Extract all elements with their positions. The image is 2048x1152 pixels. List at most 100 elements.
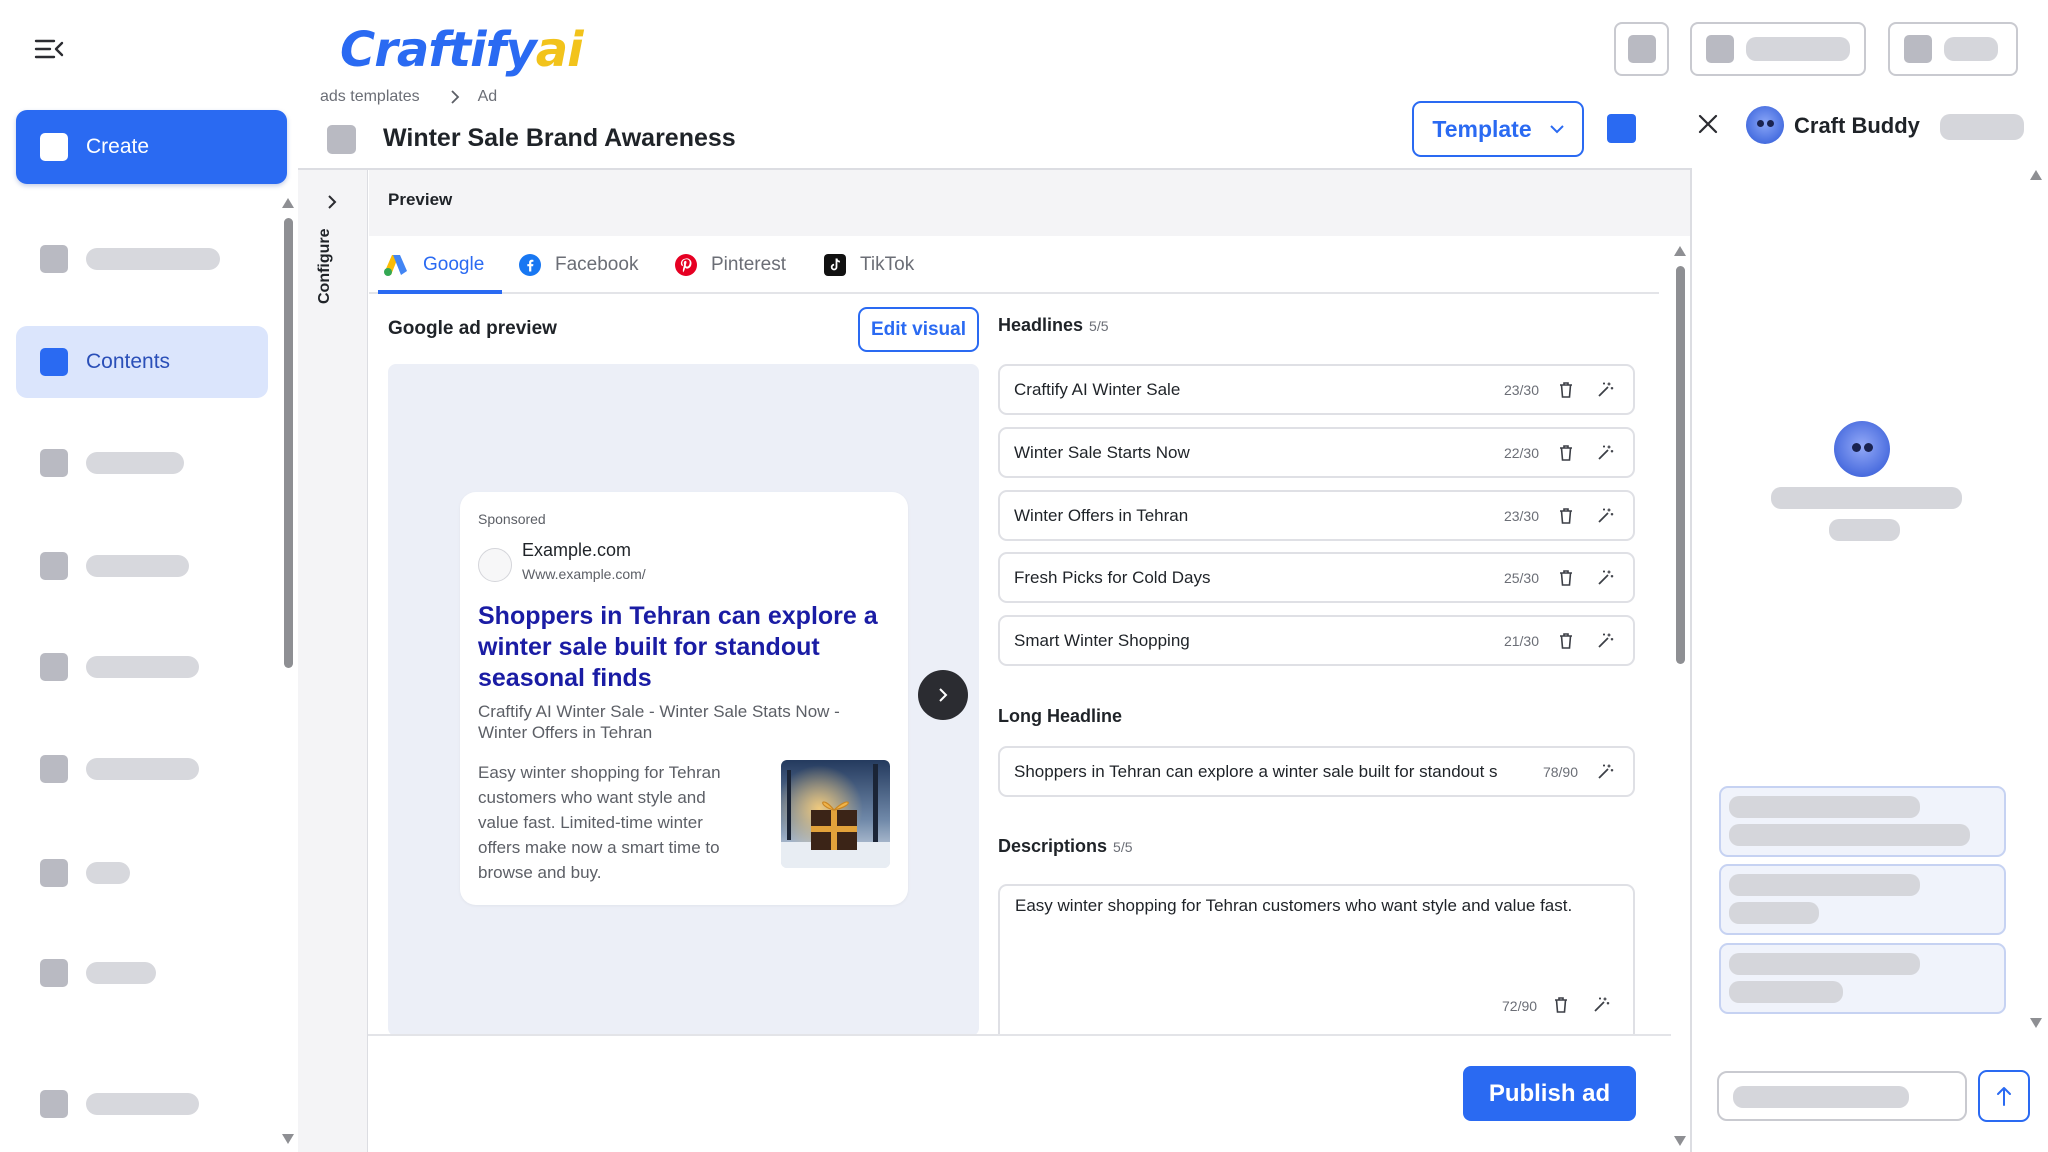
template-label: Template — [1432, 115, 1532, 142]
headline-input-3[interactable]: Winter Offers in Tehran 23/30 — [998, 490, 1635, 541]
buddy-avatar-large — [1834, 421, 1890, 477]
facebook-icon — [519, 254, 541, 276]
page-title: Winter Sale Brand Awareness — [383, 124, 736, 152]
expand-configure-icon[interactable] — [326, 194, 338, 210]
top-action-button-1[interactable] — [1614, 22, 1669, 76]
ad-description: Easy winter shopping for Tehran customer… — [478, 763, 721, 882]
magic-wand-icon[interactable] — [1594, 442, 1616, 464]
template-dropdown[interactable]: Template — [1412, 101, 1584, 157]
chat-input[interactable] — [1717, 1071, 1967, 1121]
tab-pinterest[interactable]: Pinterest — [675, 236, 786, 294]
arrow-up-icon — [1997, 1087, 2011, 1106]
trash-icon[interactable] — [1555, 630, 1577, 652]
headline-input-4[interactable]: Fresh Picks for Cold Days 25/30 — [998, 552, 1635, 603]
headline-input-1[interactable]: Craftify AI Winter Sale 23/30 — [998, 364, 1635, 415]
buddy-header-placeholder[interactable] — [1940, 114, 2024, 140]
top-action-icon — [1706, 35, 1734, 63]
headlines-section-label: Headlines 5/5 — [998, 315, 1109, 335]
buddy-greeting-placeholder — [1771, 487, 1962, 509]
menu-collapse-icon[interactable] — [34, 38, 64, 60]
sidebar-item-1[interactable] — [40, 244, 220, 274]
magic-wand-icon[interactable] — [1594, 761, 1616, 783]
char-count: 22/30 — [1503, 444, 1539, 461]
platform-tabs: Google Facebook Pinterest TikTok — [369, 236, 1659, 294]
sidebar-item-2[interactable] — [40, 448, 184, 478]
sidebar-scroll-up[interactable] — [282, 198, 294, 208]
app-logo[interactable]: Craftifyai — [340, 22, 584, 78]
char-count: 72/90 — [1502, 998, 1538, 1014]
sidebar-item-icon — [40, 959, 68, 987]
chevron-right-icon — [450, 90, 459, 104]
sponsored-label: Sponsored — [478, 511, 546, 527]
pinterest-icon — [675, 254, 697, 276]
suggestion-card-2[interactable] — [1719, 864, 2006, 935]
buddy-scroll-up[interactable] — [2030, 170, 2042, 180]
magic-wand-icon[interactable] — [1594, 567, 1616, 589]
ad-headline[interactable]: Shoppers in Tehran can explore a winter … — [478, 601, 888, 694]
headline-input-5[interactable]: Smart Winter Shopping 21/30 — [998, 615, 1635, 666]
suggestion-card-1[interactable] — [1719, 786, 2006, 857]
create-button[interactable]: Create — [16, 110, 287, 184]
sidebar-item-5[interactable] — [40, 754, 199, 784]
trash-icon[interactable] — [1555, 505, 1577, 527]
long-headline-input[interactable]: Shoppers in Tehran can explore a winter … — [998, 746, 1635, 797]
tab-tiktok-label: TikTok — [860, 254, 915, 275]
main-scroll-down[interactable] — [1674, 1136, 1686, 1146]
publish-ad-button[interactable]: Publish ad — [1463, 1066, 1636, 1121]
char-count: 23/30 — [1503, 381, 1539, 398]
toolbar-action-button[interactable] — [1607, 114, 1636, 143]
tab-google[interactable]: Google — [383, 236, 484, 294]
sidebar-item-4[interactable] — [40, 652, 199, 682]
breadcrumb-item-ad[interactable]: Ad — [478, 88, 498, 106]
create-icon — [40, 133, 68, 161]
sidebar-scroll-down[interactable] — [282, 1134, 294, 1144]
ad-url: Www.example.com/ — [522, 566, 646, 582]
buddy-avatar — [1746, 106, 1784, 144]
top-action-button-3[interactable] — [1888, 22, 2018, 76]
main-scroll-up[interactable] — [1674, 246, 1686, 256]
breadcrumb-item-ads-templates[interactable]: ads templates — [320, 88, 420, 106]
top-action-button-2[interactable] — [1690, 22, 1866, 76]
sidebar-item-contents[interactable]: Contents — [16, 326, 268, 398]
trash-icon[interactable] — [1555, 442, 1577, 464]
next-preview-button[interactable] — [918, 670, 968, 720]
long-headline-section-label: Long Headline — [998, 706, 1123, 726]
trash-icon[interactable] — [1555, 379, 1577, 401]
create-label: Create — [86, 135, 150, 158]
sidebar-item-icon — [40, 755, 68, 783]
sidebar-item-icon — [40, 653, 68, 681]
sidebar-item-7[interactable] — [40, 958, 156, 988]
top-action-icon — [1627, 35, 1656, 63]
trash-icon[interactable] — [1553, 996, 1569, 1019]
main-scrollbar-thumb[interactable] — [1676, 266, 1685, 664]
sidebar-scrollbar-thumb[interactable] — [284, 218, 293, 668]
send-message-button[interactable] — [1978, 1070, 2030, 1122]
configure-label[interactable]: Configure — [316, 228, 334, 304]
buddy-panel-divider — [1690, 168, 1692, 1152]
suggestion-card-3[interactable] — [1719, 943, 2006, 1014]
descriptions-section-label: Descriptions 5/5 — [998, 836, 1133, 856]
sidebar-item-8[interactable] — [40, 1089, 199, 1119]
sidebar-item-6[interactable] — [40, 858, 130, 888]
close-icon[interactable] — [1697, 113, 1719, 135]
tiktok-icon — [824, 254, 846, 276]
magic-wand-icon[interactable] — [1594, 630, 1616, 652]
preview-label: Preview — [388, 190, 453, 209]
magic-wand-icon[interactable] — [1592, 996, 1610, 1019]
buddy-scroll-down[interactable] — [2030, 1018, 2042, 1028]
contents-label: Contents — [86, 350, 171, 373]
tab-tiktok[interactable]: TikTok — [824, 236, 914, 294]
configure-panel-toggle[interactable] — [298, 170, 368, 1152]
edit-visual-button[interactable]: Edit visual — [858, 307, 979, 352]
char-count: 25/30 — [1503, 569, 1539, 586]
magic-wand-icon[interactable] — [1594, 505, 1616, 527]
tab-facebook[interactable]: Facebook — [519, 236, 638, 294]
trash-icon[interactable] — [1555, 567, 1577, 589]
chevron-right-icon — [939, 688, 948, 702]
magic-wand-icon[interactable] — [1594, 379, 1616, 401]
preview-header — [369, 170, 1690, 236]
headline-input-2[interactable]: Winter Sale Starts Now 22/30 — [998, 427, 1635, 478]
site-favicon — [478, 548, 512, 582]
char-count: 23/30 — [1503, 507, 1539, 524]
sidebar-item-3[interactable] — [40, 551, 189, 581]
